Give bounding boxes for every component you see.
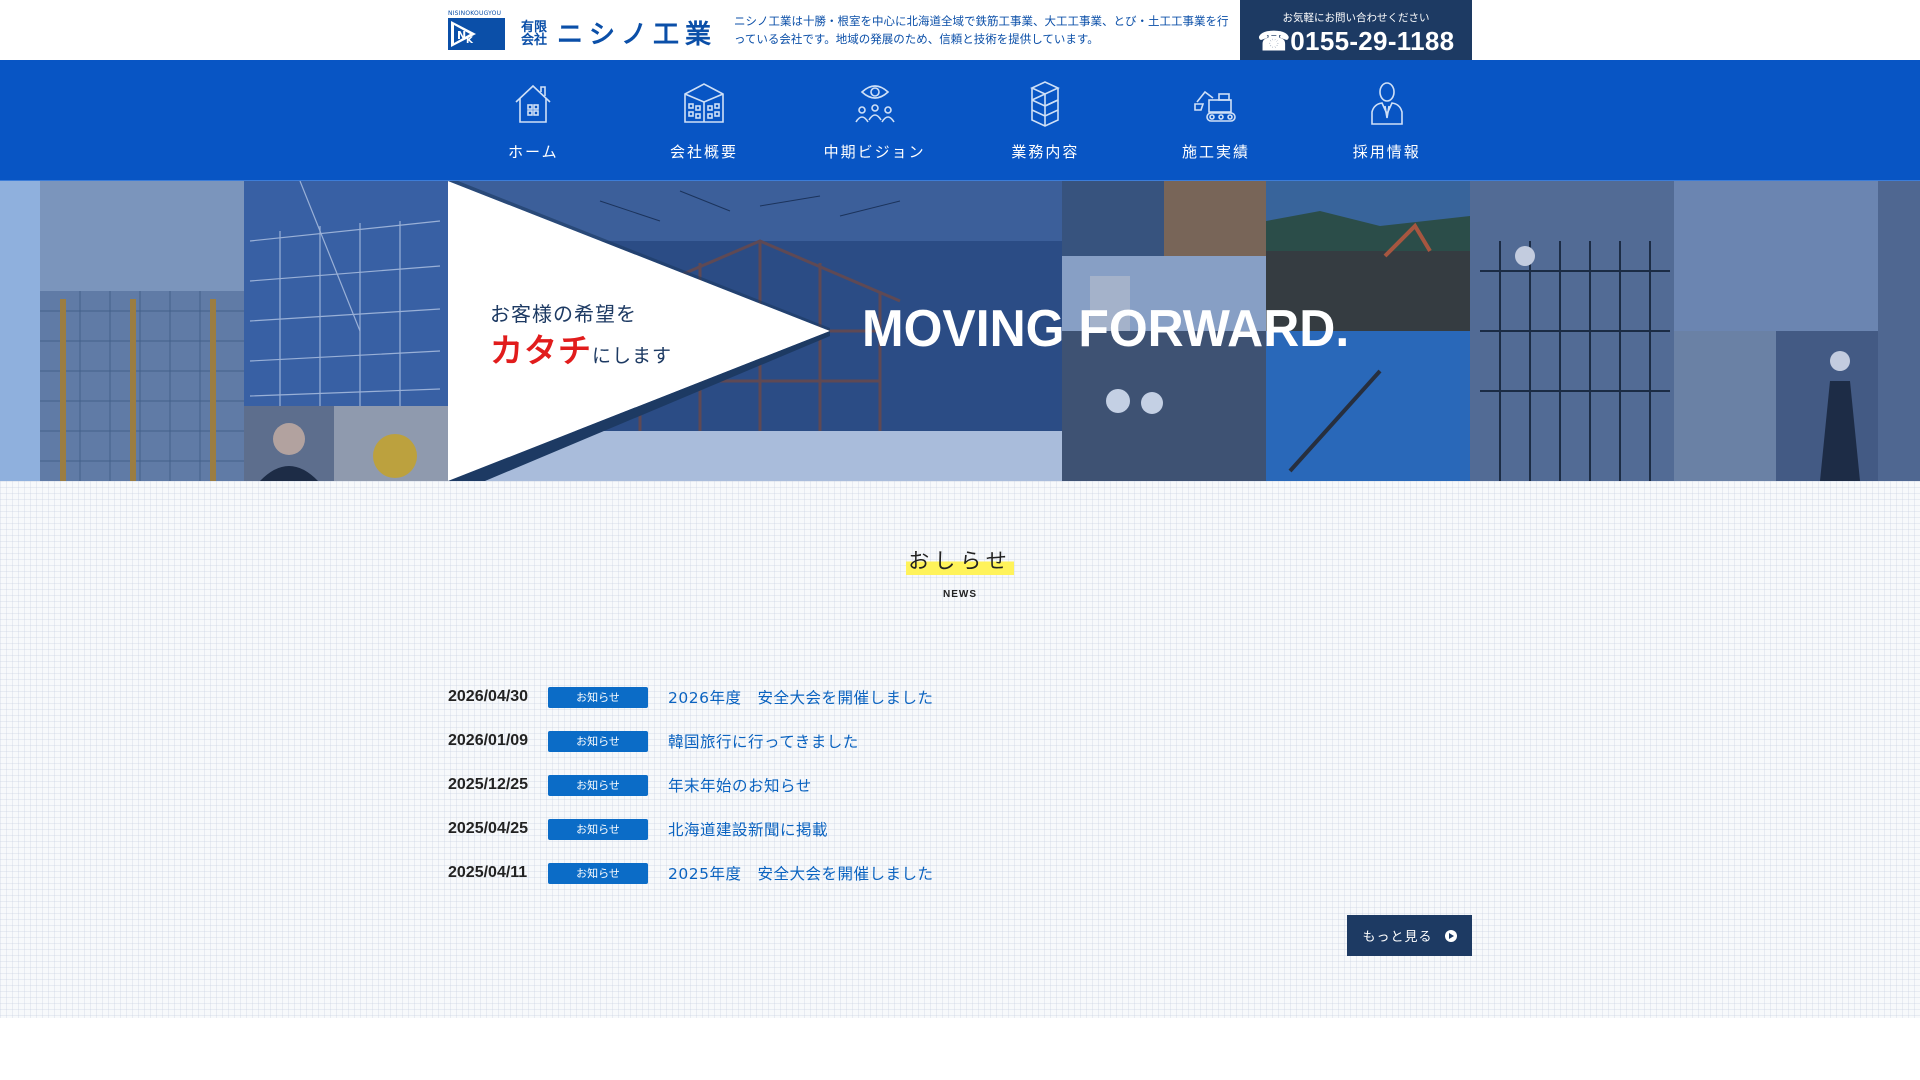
svg-text:K: K (466, 36, 474, 46)
news-category-badge: お知らせ (548, 774, 648, 796)
hero-slogan: MOVING FORWARD. (862, 300, 1350, 358)
nav-label: 中期ビジョン (823, 143, 926, 161)
phone-number[interactable]: ☎0155-29-1188 (1240, 26, 1472, 57)
news-date: 2025/04/25 (448, 820, 529, 837)
nav-item-company[interactable]: 会社概要 (619, 60, 790, 180)
news-category-badge: お知らせ (548, 818, 648, 840)
nav-label: 施工実績 (1182, 143, 1251, 161)
excavator-icon (1194, 90, 1236, 122)
news-link[interactable]: 2025年度 安全大会を開催しました (668, 862, 933, 884)
news-item: 2026/01/09 お知らせ 韓国旅行に行ってきました (448, 719, 1472, 763)
news-date: 2025/04/11 (448, 864, 528, 881)
news-link[interactable]: 北海道建設新聞に掲載 (668, 818, 828, 840)
logo-company-name: ニシノ工業 (557, 20, 718, 50)
news-date: 2026/04/30 (448, 688, 529, 705)
hero-catch-accent: カタチにします (490, 324, 672, 372)
vision-team-icon (854, 85, 895, 123)
news-heading: おしらせ NEWS (0, 545, 1920, 600)
hero-banner: お客様の希望を カタチにします MOVING FORWARD. (0, 181, 1920, 481)
logo-mark: NISINOKOUGYOU N K (448, 10, 505, 50)
news-subtitle: NEWS (943, 589, 977, 600)
logo-romaji: NISINOKOUGYOU (448, 10, 502, 17)
nav-item-vision[interactable]: 中期ビジョン (789, 60, 960, 180)
contact-lead: お気軽にお問い合わせください (1282, 12, 1430, 24)
arrow-right-icon (1444, 929, 1457, 942)
global-nav: ホーム 会社概要 中期ビジョン 業務内容 施工実績 採用情報 (0, 60, 1920, 181)
news-item: 2026/04/30 お知らせ 2026年度 安全大会を開催しました (448, 675, 1472, 719)
news-link[interactable]: 年末年始のお知らせ (668, 774, 812, 796)
nav-item-recruit[interactable]: 採用情報 (1301, 60, 1472, 180)
news-section: おしらせ NEWS 2026/04/30 お知らせ 2026年度 安全大会を開催… (0, 481, 1920, 1018)
home-icon (515, 84, 551, 123)
nav-item-works[interactable]: 施工実績 (1131, 60, 1302, 180)
nav-label: 業務内容 (1011, 143, 1080, 161)
scaffold-icon (1030, 81, 1061, 127)
nav-label: 会社概要 (670, 143, 739, 161)
nav-label: ホーム (508, 143, 559, 161)
site-logo[interactable]: NISINOKOUGYOU N K 有限会社 ニシノ工業 (448, 10, 717, 50)
news-title: おしらせ (906, 545, 1014, 575)
site-header: NISINOKOUGYOU N K 有限会社 ニシノ工業 ニシノ工業は十勝・根室… (0, 0, 1920, 60)
news-category-badge: お知らせ (548, 686, 648, 708)
header-tagline: ニシノ工業は十勝・根室を中心に北海道全域で鉄筋工事業、大工工事業、とび・土工工事… (734, 14, 1229, 46)
logo-company-type: 有限会社 (521, 19, 548, 49)
nav-item-home[interactable]: ホーム (448, 60, 619, 180)
hero-catch-line: お客様の希望を (490, 302, 637, 326)
news-link[interactable]: 韓国旅行に行ってきました (668, 730, 859, 752)
svg-text:N: N (457, 29, 466, 42)
contact-box[interactable]: お気軽にお問い合わせください ☎0155-29-1188 (1240, 0, 1472, 60)
hero-catch-accent-word: カタチ (490, 331, 592, 370)
news-date: 2025/12/25 (448, 776, 529, 793)
building-icon (684, 83, 724, 123)
news-more-button[interactable]: もっと見る (1347, 915, 1472, 956)
news-link[interactable]: 2026年度 安全大会を開催しました (668, 686, 933, 708)
news-category-badge: お知らせ (548, 862, 648, 884)
news-item: 2025/04/25 お知らせ 北海道建設新聞に掲載 (448, 807, 1472, 851)
hero-catch-suffix: にします (592, 345, 673, 367)
news-more-label: もっと見る (1362, 930, 1433, 945)
news-item: 2025/04/11 お知らせ 2025年度 安全大会を開催しました (448, 851, 1472, 895)
news-date: 2026/01/09 (448, 732, 529, 749)
logo-nk-icon: N K (448, 18, 505, 50)
news-item: 2025/12/25 お知らせ 年末年始のお知らせ (448, 763, 1472, 807)
news-list: 2026/04/30 お知らせ 2026年度 安全大会を開催しました 2026/… (448, 675, 1472, 895)
nav-label: 採用情報 (1352, 143, 1421, 161)
nav-item-services[interactable]: 業務内容 (960, 60, 1131, 180)
person-icon (1370, 82, 1403, 125)
news-category-badge: お知らせ (548, 730, 648, 752)
